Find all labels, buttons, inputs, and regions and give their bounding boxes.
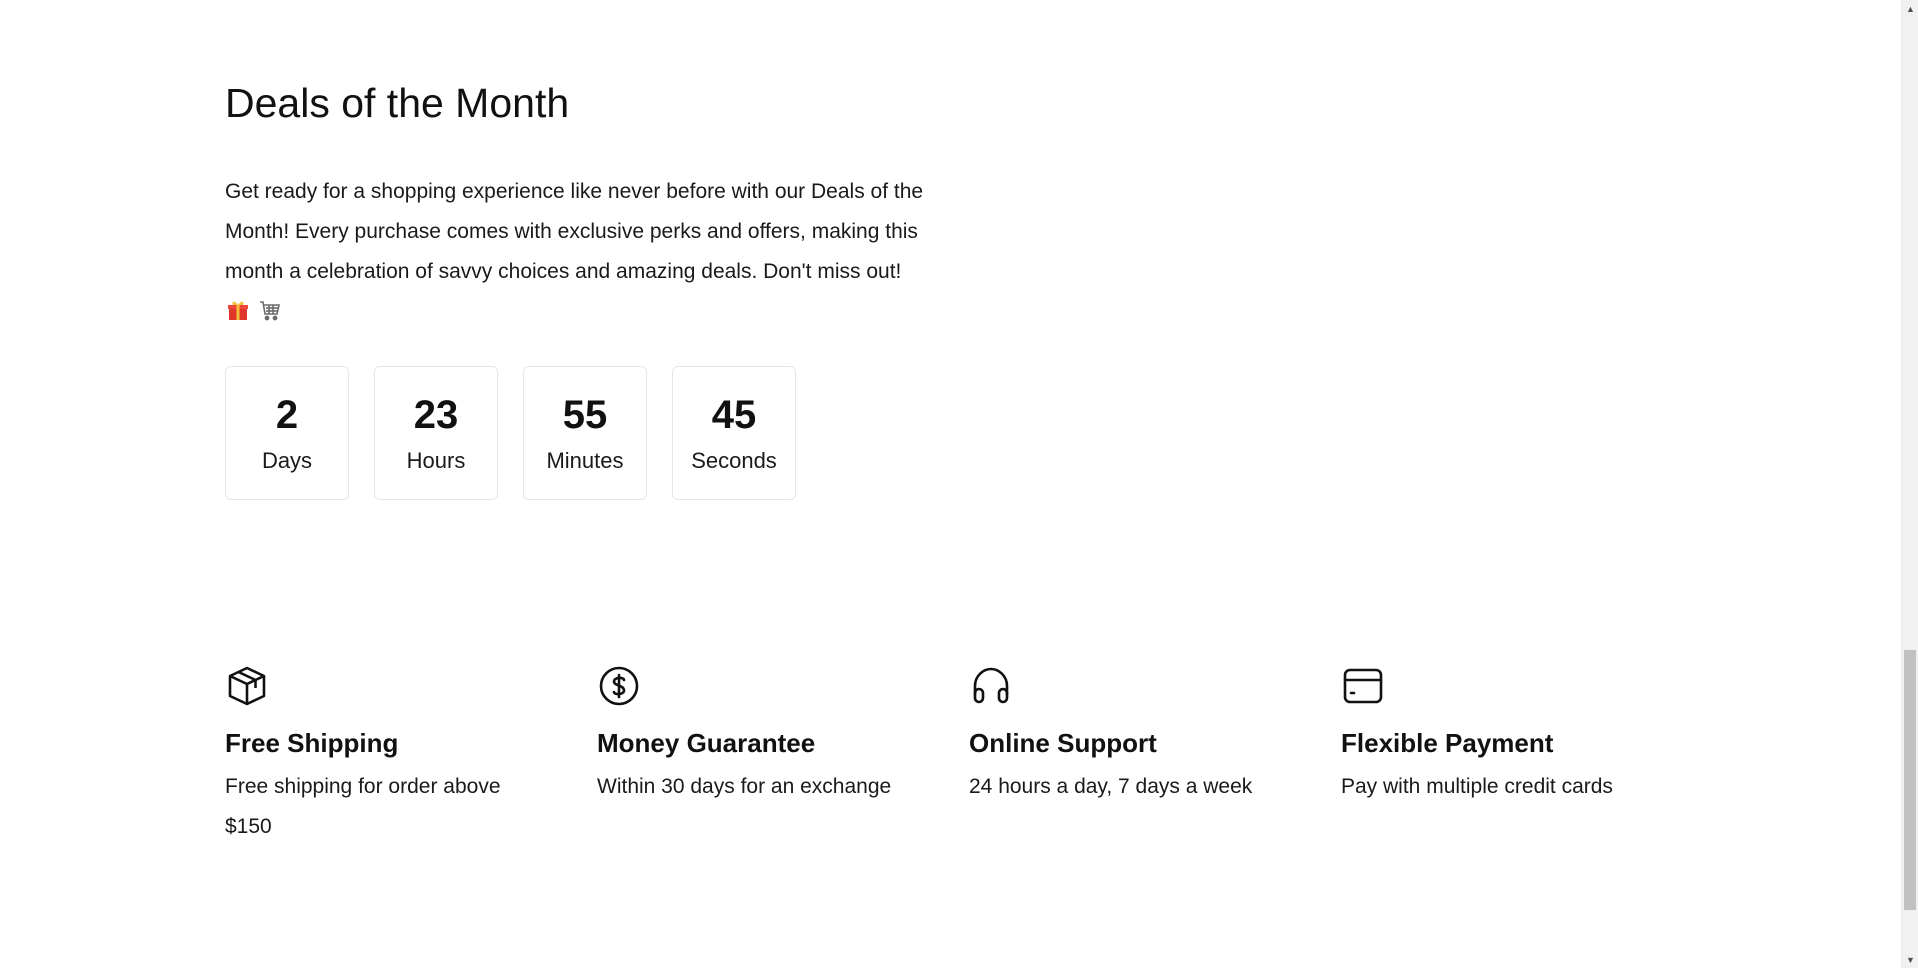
countdown-seconds-label: Seconds <box>691 448 777 473</box>
feature-free-shipping: Free Shipping Free shipping for order ab… <box>225 664 597 847</box>
countdown-seconds: 45 Seconds <box>672 366 796 500</box>
countdown-hours-value: 23 <box>413 393 459 437</box>
credit-card-icon <box>1343 668 1383 704</box>
feature-title: Online Support <box>969 728 1157 758</box>
dollar-coin-icon <box>599 666 639 706</box>
scroll-up-icon[interactable]: ▲ <box>1902 0 1918 17</box>
package-icon <box>228 666 266 706</box>
countdown-minutes: 55 Minutes <box>523 366 647 500</box>
deals-description: Get ready for a shopping experience like… <box>225 180 924 283</box>
deals-title: Deals of the Month <box>225 80 570 126</box>
cart-icon: 🛒 <box>257 297 283 323</box>
feature-text: Free shipping for order above $150 <box>225 775 501 838</box>
countdown-minutes-label: Minutes <box>546 448 624 473</box>
deals-emoji-row: 🎁 🛒 <box>225 294 283 326</box>
countdown-minutes-value: 55 <box>562 393 608 437</box>
feature-title: Free Shipping <box>225 728 399 758</box>
countdown-hours: 23 Hours <box>374 366 498 500</box>
countdown-seconds-value: 45 <box>711 393 757 437</box>
countdown-days-label: Days <box>261 448 313 473</box>
vertical-scrollbar[interactable]: ▲ ▼ <box>1901 0 1918 968</box>
countdown-days: 2 Days <box>225 366 349 500</box>
gift-icon: 🎁 <box>225 297 251 323</box>
feature-money-guarantee: Money Guarantee Within 30 days for an ex… <box>597 664 969 847</box>
headphones-icon <box>973 667 1009 704</box>
feature-text: Pay with multiple credit cards <box>1341 775 1613 798</box>
countdown-days-value: 2 <box>275 393 299 437</box>
feature-text: 24 hours a day, 7 days a week <box>969 775 1253 798</box>
feature-title: Flexible Payment <box>1341 728 1554 758</box>
feature-text: Within 30 days for an exchange <box>597 775 892 798</box>
features-row: Free Shipping Free shipping for order ab… <box>225 664 1725 847</box>
feature-online-support: Online Support 24 hours a day, 7 days a … <box>969 664 1341 847</box>
countdown-hours-label: Hours <box>406 448 466 473</box>
scrollbar-thumb[interactable] <box>1904 650 1916 910</box>
feature-flexible-payment: Flexible Payment Pay with multiple credi… <box>1341 664 1713 847</box>
feature-title: Money Guarantee <box>597 728 816 758</box>
countdown-timer: 2 Days 23 Hours 55 Minutes 45 Seconds <box>225 366 796 500</box>
page: Deals of the Month Get ready for a shopp… <box>0 0 1918 968</box>
scroll-down-icon[interactable]: ▼ <box>1902 951 1918 968</box>
